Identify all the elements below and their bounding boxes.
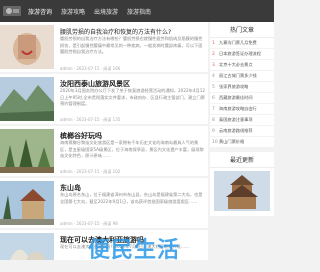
article-excerpt: 东山岛原名东山，位于福建省漳州市东山县，东山岛是福建省第二大岛，也是全国第七大岛…	[60, 192, 203, 204]
site-logo[interactable]	[2, 4, 22, 18]
article-thumbnail[interactable]	[0, 77, 54, 121]
hot-article-item[interactable]: 5 张家界旅游攻略	[210, 82, 274, 93]
article-meta: admin · 2023-07-15 · 阅读 102	[60, 169, 121, 174]
hot-article-item[interactable]: 1 九寨沟门票几月免费	[210, 38, 274, 49]
article-meta: admin · 2023-07-15 · 阅读 98	[60, 221, 118, 226]
hot-articles-title: 热门文章	[229, 27, 254, 34]
article-meta: admin · 2023-07-15 · 阅读 135	[60, 117, 121, 122]
latest-updates-title: 最近更新	[229, 157, 254, 164]
article-thumbnail[interactable]	[0, 181, 54, 225]
main-nav: 旅游咨询 旅游攻略 出境旅游 旅游指南	[28, 7, 160, 16]
nav-item-travel-tips[interactable]: 旅游指南	[127, 7, 151, 16]
hot-article-item[interactable]: 3 北京十大必去景点	[210, 60, 274, 71]
article-excerpt: 2020年3月国务院办公厅下发了关于恢复旅游经营活动的通知，2022年4月12日…	[60, 88, 206, 106]
hot-article-item[interactable]: 2 日本旅游签证办理流程	[210, 49, 274, 60]
latest-article-thumbnail[interactable]	[214, 171, 270, 211]
hot-articles-header: 热门文章	[210, 22, 274, 38]
article-meta: admin · 2023-07-15 · 阅读 166	[60, 66, 121, 71]
nav-item-outbound-travel[interactable]: 出境旅游	[94, 7, 118, 16]
hot-article-item[interactable]: 10 黄山门票价格	[210, 137, 274, 148]
hot-article-item[interactable]: 7 海南旅游攻略自由行	[210, 104, 274, 115]
hot-article-item[interactable]: 6 西藏旅游最佳时间	[210, 93, 274, 104]
article-title[interactable]: 腰肌劳损的自我治疗和恢复的方法有什么?	[60, 27, 206, 36]
article-thumbnail[interactable]	[0, 129, 54, 173]
article-excerpt: 海南槟榔谷黎苗文化旅游区是一家拥有千年历史文化的海南岛最具人气的景区，是五星级国…	[60, 140, 204, 158]
hot-article-item[interactable]: 9 云南旅游路线推荐	[210, 126, 274, 137]
hot-article-item[interactable]: 4 丽江古城门票多少钱	[210, 71, 274, 82]
top-nav-bar: 旅游咨询 旅游攻略 出境旅游 旅游指南	[0, 0, 274, 22]
article-card[interactable]: 东山岛 东山岛原名东山，位于福建省漳州市东山县，东山岛是福建省第二大岛，也是全国…	[0, 178, 208, 228]
article-list: 腰肌劳损的自我治疗和恢复的方法有什么? 腰肌劳损的自我治疗方法有哪些？腰肌劳损也…	[0, 22, 208, 262]
nav-item-travel-guide[interactable]: 旅游攻略	[61, 7, 85, 16]
hot-article-item[interactable]: 8 泰国旅游注意事项	[210, 115, 274, 126]
article-card[interactable]: 腰肌劳损的自我治疗和恢复的方法有什么? 腰肌劳损的自我治疗方法有哪些？腰肌劳损也…	[0, 22, 208, 72]
article-card[interactable]: 槟榔谷好玩吗 海南槟榔谷黎苗文化旅游区是一家拥有千年历史文化的海南岛最具人气的景…	[0, 126, 208, 176]
hot-articles-panel: 热门文章 1 九寨沟门票几月免费 2 日本旅游签证办理流程 3 北京十大必去景点 4丽…	[210, 22, 274, 148]
sidebar: 热门文章 1 九寨沟门票几月免费 2 日本旅游签证办理流程 3 北京十大必去景点 4丽…	[210, 22, 274, 220]
article-thumbnail[interactable]	[0, 25, 54, 69]
article-excerpt: 腰肌劳损的自我治疗方法有哪些？腰肌劳损也就慢性疲劳和肌肉及筋膜的慢性损伤，是引起…	[60, 36, 203, 54]
nav-item-travel-info[interactable]: 旅游咨询	[28, 7, 52, 16]
latest-updates-panel: 最近更新	[210, 152, 274, 216]
article-thumbnail[interactable]	[0, 233, 54, 260]
latest-updates-header: 最近更新	[210, 152, 274, 168]
article-card[interactable]: 汝阳西泰山旅游风景区 2020年3月国务院办公厅下发了关于恢复旅游经营活动的通知…	[0, 74, 208, 124]
watermark-logo: 便民生活	[88, 238, 181, 263]
